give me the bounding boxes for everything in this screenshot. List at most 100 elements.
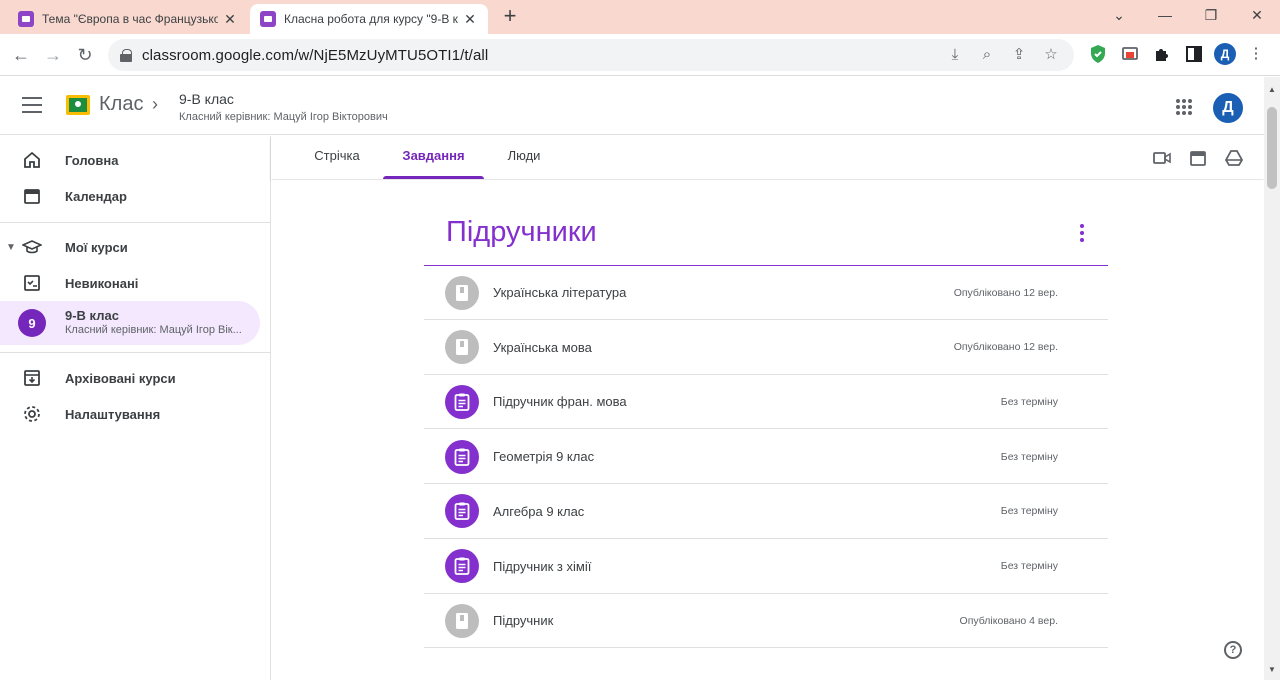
topic-title[interactable]: Підручники xyxy=(446,216,597,249)
main-menu-icon[interactable] xyxy=(22,97,42,113)
classroom-logo-icon[interactable] xyxy=(66,95,90,115)
sidebar-item-calendar[interactable]: Календар xyxy=(0,175,260,217)
item-status: Без терміну xyxy=(1000,560,1058,572)
account-avatar[interactable]: Д xyxy=(1213,93,1243,123)
puzzle-extensions-icon[interactable] xyxy=(1150,42,1174,66)
browser-profile-avatar[interactable]: Д xyxy=(1214,43,1236,65)
item-status: Опубліковано 12 вер. xyxy=(953,341,1058,354)
minimize-icon[interactable]: — xyxy=(1142,0,1188,30)
item-status: Без терміну xyxy=(1000,395,1058,408)
sidebar-item-label: Архівовані курси xyxy=(65,370,176,386)
item-title: Алгебра 9 клас xyxy=(493,503,585,519)
zoom-icon[interactable]: ⌕ xyxy=(976,45,998,65)
sidebar-item-label: Календар xyxy=(65,188,127,204)
browser-tab-europe[interactable]: Тема "Європа в час Французько ✕ xyxy=(8,4,248,34)
close-icon[interactable]: ✕ xyxy=(462,11,478,28)
bookmark-star-icon[interactable]: ☆ xyxy=(1040,45,1062,65)
assignment-clipboard-icon xyxy=(445,494,479,529)
sidebar: Головна Календар ▼ Мої курси Невиконані … xyxy=(0,136,271,680)
app-name[interactable]: Клас xyxy=(99,93,143,116)
classroom-tabs: Стрічка Завдання Люди xyxy=(271,136,1264,179)
restore-icon[interactable]: ❐ xyxy=(1188,0,1234,30)
calendar-icon[interactable] xyxy=(1188,148,1208,168)
calendar-icon xyxy=(22,186,42,206)
forward-arrow-icon[interactable]: → xyxy=(40,42,66,68)
google-apps-grid-icon[interactable] xyxy=(1176,99,1192,115)
new-tab-plus-icon[interactable]: + xyxy=(498,5,522,29)
close-icon[interactable]: ✕ xyxy=(222,11,238,28)
archive-icon xyxy=(22,368,42,388)
tab-stream[interactable]: Стрічка xyxy=(301,136,373,179)
lock-icon[interactable] xyxy=(120,49,132,62)
sidebar-divider xyxy=(0,352,270,353)
item-status: Без терміну xyxy=(1000,505,1058,518)
item-title: Геометрія 9 клас xyxy=(493,449,595,465)
list-item[interactable]: Підручник Опубліковано 4 вер. xyxy=(424,594,1108,649)
shield-extension-icon[interactable] xyxy=(1086,42,1110,66)
sidebar-divider xyxy=(0,222,270,223)
help-icon[interactable]: ? xyxy=(1224,641,1242,659)
tab-people[interactable]: Люди xyxy=(493,136,555,179)
graduation-cap-icon xyxy=(22,237,42,257)
item-status: Опубліковано 12 вер. xyxy=(953,286,1058,299)
address-bar[interactable]: classroom.google.com/w/NjE5MzUyMTU5OTI1/… xyxy=(108,39,1074,71)
tab-search-chevron-icon[interactable]: ⌄ xyxy=(1096,0,1142,30)
browser-tab-title: Тема "Європа в час Французько xyxy=(42,12,218,26)
assignment-clipboard-icon xyxy=(445,384,479,419)
sidebar-item-settings[interactable]: Налаштування xyxy=(0,393,260,435)
item-title: Підручник фран. мова xyxy=(493,394,627,410)
list-item[interactable]: Підручник фран. мова Без терміну xyxy=(424,375,1108,430)
item-title: Підручник xyxy=(493,613,554,629)
window-close-icon[interactable]: ✕ xyxy=(1234,0,1280,30)
checklist-icon xyxy=(22,273,42,293)
home-icon xyxy=(22,150,42,170)
sidebar-item-label: Мої курси xyxy=(65,239,128,255)
url-text: classroom.google.com/w/NjE5MzUyMTU5OTI1/… xyxy=(142,46,489,64)
item-status: Без терміну xyxy=(1000,450,1058,463)
scroll-up-arrow-icon[interactable]: ▲ xyxy=(1267,85,1277,94)
list-item[interactable]: Українська література Опубліковано 12 вер… xyxy=(424,266,1108,320)
list-item[interactable]: Українська мова Опубліковано 12 вер. xyxy=(424,321,1108,375)
item-title: Українська література xyxy=(493,285,627,300)
reload-icon[interactable]: ↻ xyxy=(72,42,98,68)
scroll-down-arrow-icon[interactable]: ▼ xyxy=(1267,665,1277,674)
classroom-favicon-icon xyxy=(260,11,276,27)
share-icon[interactable]: ⇪ xyxy=(1008,45,1030,65)
tab-classwork[interactable]: Завдання xyxy=(383,136,484,179)
class-title[interactable]: 9-В клас xyxy=(179,91,234,107)
sidebar-item-label: Налаштування xyxy=(65,406,161,422)
cast-extension-icon[interactable] xyxy=(1118,42,1142,66)
gear-icon xyxy=(22,404,42,424)
browser-menu-kebab-icon[interactable]: ⋮ xyxy=(1244,42,1268,66)
browser-tab-classwork[interactable]: Класна робота для курсу "9-В кл ✕ xyxy=(250,4,488,34)
list-item[interactable]: Алгебра 9 клас Без терміну xyxy=(424,485,1108,539)
list-item[interactable]: Підручник з хімії Без терміну xyxy=(424,540,1108,594)
sidebar-item-todo[interactable]: Невиконані xyxy=(0,262,260,304)
material-book-icon xyxy=(445,330,479,365)
item-title: Підручник з хімії xyxy=(493,558,592,574)
back-arrow-icon[interactable]: ← xyxy=(8,42,34,68)
item-status: Опубліковано 4 вер. xyxy=(959,614,1058,627)
install-app-icon[interactable]: ⤓ xyxy=(944,45,966,65)
video-camera-icon[interactable] xyxy=(1152,148,1172,168)
list-item[interactable]: Геометрія 9 клас Без терміну xyxy=(424,430,1108,485)
material-book-icon xyxy=(445,603,479,638)
sidebar-class-subtitle: Класний керівник: Мацуй Ігор Вік... xyxy=(65,324,242,336)
class-subtitle: Класний керівник: Мацуй Ігор Вікторович xyxy=(179,111,388,123)
sidebar-item-class-9v[interactable]: 9 9-В клас Класний керівник: Мацуй Ігор … xyxy=(0,301,260,345)
drive-icon[interactable] xyxy=(1224,148,1244,168)
side-panel-icon[interactable] xyxy=(1182,42,1206,66)
classroom-favicon-icon xyxy=(18,11,34,27)
assignment-clipboard-icon xyxy=(445,439,479,474)
chevron-right-icon: › xyxy=(152,94,158,114)
topic-more-options-icon[interactable] xyxy=(1080,224,1086,242)
browser-toolbar: ← → ↻ classroom.google.com/w/NjE5MzUyMTU… xyxy=(0,34,1280,76)
browser-tabbar: Тема "Європа в час Французько ✕ Класна р… xyxy=(0,0,1280,34)
browser-tab-title: Класна робота для курсу "9-В кл xyxy=(284,12,458,26)
class-badge: 9 xyxy=(18,309,46,337)
page-scrollbar[interactable]: ▲ ▼ xyxy=(1264,77,1280,680)
sidebar-item-label: Невиконані xyxy=(65,275,139,291)
sidebar-item-label: Головна xyxy=(65,152,119,168)
scroll-thumb[interactable] xyxy=(1267,107,1277,189)
sidebar-class-title: 9-В клас xyxy=(65,308,119,323)
